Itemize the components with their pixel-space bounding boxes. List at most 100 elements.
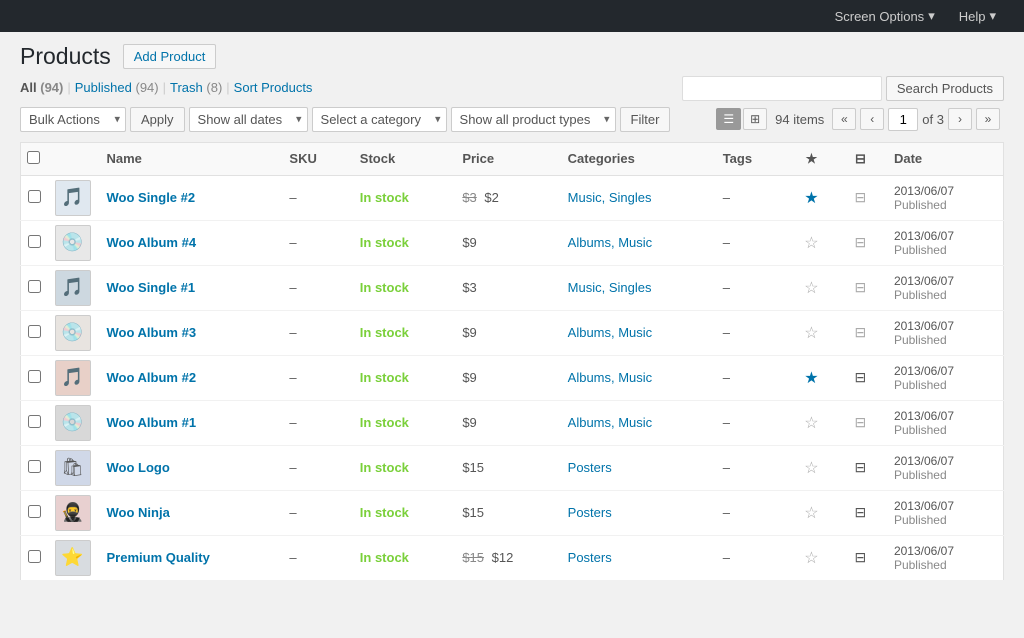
row-checkbox[interactable] [28,280,41,293]
product-category-link[interactable]: Albums, Music [568,235,653,250]
featured-star-icon[interactable]: ☆ [804,280,818,297]
product-name-link[interactable]: Woo Album #3 [107,325,197,340]
product-type-icon[interactable]: ⊟ [855,549,867,565]
col-categories[interactable]: Categories [558,142,713,175]
admin-bar-right: Screen Options ▾ Help ▾ [823,0,1008,32]
row-categories-cell: Albums, Music [558,400,713,445]
dates-select-wrap: Show all dates [189,107,308,132]
featured-star-icon[interactable]: ☆ [804,325,818,342]
product-stock: In stock [360,325,409,340]
product-name-link[interactable]: Woo Album #1 [107,415,197,430]
featured-star-icon[interactable]: ☆ [804,460,818,477]
row-checkbox[interactable] [28,325,41,338]
product-type-icon[interactable]: ⊟ [855,459,867,475]
product-name-link[interactable]: Woo Single #1 [107,280,196,295]
product-category-link[interactable]: Music, Singles [568,190,652,205]
col-featured[interactable]: ★ [786,142,837,175]
help-button[interactable]: Help ▾ [947,0,1008,32]
list-view-button[interactable]: ☰ [716,108,741,130]
row-checkbox[interactable] [28,550,41,563]
product-type-icon[interactable]: ⊟ [855,324,867,340]
table-header-row: Name SKU Stock Price Categories Tags [21,142,1004,175]
product-category-link[interactable]: Albums, Music [568,325,653,340]
category-select[interactable]: Select a category [312,107,447,132]
search-products-button[interactable]: Search Products [886,76,1004,101]
product-thumbnail: 🛍 [55,450,91,486]
screen-options-button[interactable]: Screen Options ▾ [823,0,947,32]
product-type-icon[interactable]: ⊟ [855,504,867,520]
product-name-link[interactable]: Premium Quality [107,550,210,565]
col-tags[interactable]: Tags [713,142,786,175]
col-date[interactable]: Date [884,142,1004,175]
featured-star-icon[interactable]: ☆ [804,505,818,522]
row-tags-cell: – [713,310,786,355]
add-product-button[interactable]: Add Product [123,44,217,69]
product-category-link[interactable]: Posters [568,550,612,565]
row-thumb-cell: 💿 [49,220,97,265]
row-checkbox[interactable] [28,415,41,428]
featured-star-icon[interactable]: ☆ [804,235,818,252]
search-input[interactable] [682,76,882,101]
current-page-input[interactable] [888,108,918,131]
filter-button[interactable]: Filter [620,107,671,132]
product-status: Published [894,288,993,302]
product-category-link[interactable]: Posters [568,460,612,475]
select-all-checkbox[interactable] [27,151,40,164]
product-date: 2013/06/07 [894,544,993,558]
product-type-icon[interactable]: ⊟ [855,279,867,295]
row-checkbox[interactable] [28,460,41,473]
prev-page-button[interactable]: ‹ [860,108,884,130]
product-name-link[interactable]: Woo Logo [107,460,170,475]
type-select[interactable]: Show all product types [451,107,616,132]
featured-star-icon[interactable]: ☆ [804,415,818,432]
col-sku[interactable]: SKU [279,142,349,175]
row-price-cell: $9 [452,310,557,355]
product-category-link[interactable]: Albums, Music [568,415,653,430]
featured-star-icon[interactable]: ☆ [804,550,818,567]
next-page-button[interactable]: › [948,108,972,130]
col-name[interactable]: Name [97,142,280,175]
product-type-icon[interactable]: ⊟ [855,369,867,385]
product-price-new: $9 [462,370,476,385]
product-name-link[interactable]: Woo Album #4 [107,235,197,250]
product-name-link[interactable]: Woo Single #2 [107,190,196,205]
product-tags: – [723,370,730,385]
bulk-actions-select[interactable]: Bulk Actions [20,107,126,132]
all-filter-link[interactable]: All (94) [20,80,63,95]
product-category-link[interactable]: Albums, Music [568,370,653,385]
product-type-icon[interactable]: ⊟ [855,234,867,250]
col-price[interactable]: Price [452,142,557,175]
featured-star-icon[interactable]: ★ [804,190,818,207]
product-type-icon[interactable]: ⊟ [855,189,867,205]
product-category-link[interactable]: Posters [568,505,612,520]
product-name-link[interactable]: Woo Album #2 [107,370,197,385]
sep1: | [67,80,70,95]
trash-filter-link[interactable]: Trash (8) [170,80,222,95]
col-stock[interactable]: Stock [350,142,453,175]
col-type[interactable]: ⊟ [837,142,884,175]
row-name-cell: Woo Logo [97,445,280,490]
product-category-link[interactable]: Music, Singles [568,280,652,295]
last-page-button[interactable]: » [976,108,1000,130]
row-type-cell: ⊟ [837,400,884,445]
grid-view-button[interactable]: ⊞ [743,108,767,130]
dates-select[interactable]: Show all dates [189,107,308,132]
bulk-actions-select-wrap: Bulk Actions [20,107,126,132]
apply-button[interactable]: Apply [130,107,185,132]
product-name-link[interactable]: Woo Ninja [107,505,170,520]
row-checkbox[interactable] [28,235,41,248]
featured-star-icon[interactable]: ★ [804,370,818,387]
row-checkbox[interactable] [28,370,41,383]
first-page-button[interactable]: « [832,108,856,130]
table-row: ⭐ Premium Quality – In stock $15 $12 Pos… [21,535,1004,580]
product-sku: – [289,415,296,430]
thumb-emoji: 💿 [61,322,83,343]
products-table: Name SKU Stock Price Categories Tags [20,142,1004,581]
row-checkbox[interactable] [28,190,41,203]
product-sku: – [289,370,296,385]
published-filter-link[interactable]: Published (94) [75,80,159,95]
row-checkbox[interactable] [28,505,41,518]
row-sku-cell: – [279,310,349,355]
sort-products-link[interactable]: Sort Products [234,80,313,95]
product-type-icon[interactable]: ⊟ [855,414,867,430]
